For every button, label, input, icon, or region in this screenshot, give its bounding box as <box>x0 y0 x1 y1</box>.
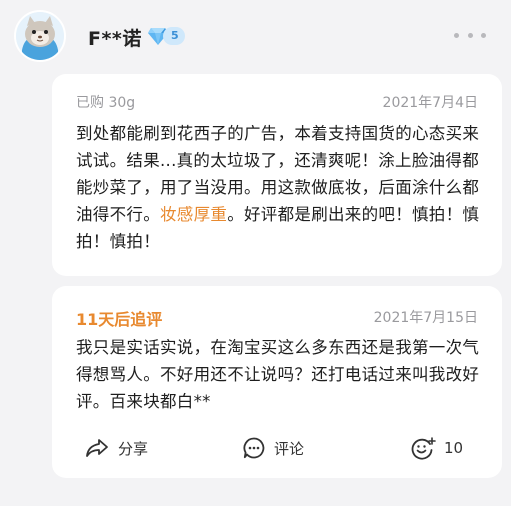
action-bar: 分享 评论 10 <box>52 432 502 464</box>
avatar[interactable] <box>14 10 66 62</box>
share-button[interactable]: 分享 <box>84 432 148 464</box>
avatar-cat-icon <box>16 12 64 60</box>
share-icon <box>86 439 108 457</box>
share-label: 分享 <box>118 439 149 458</box>
followup-date: 2021年7月15日 <box>373 310 478 326</box>
review-card: 已购 30g 2021年7月4日 到处都能刷到花西子的广告，本着支持国货的心态买… <box>52 74 502 276</box>
purchase-info: 已购 30g <box>76 95 136 111</box>
dot <box>454 32 459 38</box>
review-highlight-tag[interactable]: 妆感厚重 <box>160 205 227 224</box>
like-icon <box>411 437 436 460</box>
username[interactable]: F**诺 <box>88 24 142 51</box>
review-date: 2021年7月4日 <box>382 95 478 111</box>
followup-card: 11天后追评 2021年7月15日 我只是实话实说，在淘宝买这么多东西还是我第一… <box>52 286 502 478</box>
more-dots-icon[interactable] <box>454 28 486 42</box>
like-button[interactable]: 10 <box>410 432 463 464</box>
dot <box>467 32 473 38</box>
followup-title: 11天后追评 <box>76 310 163 329</box>
review-text: 到处都能刷到花西子的广告，本着支持国货的心态买来试试。结果...真的太垃圾了，还… <box>76 120 484 255</box>
review-meta: 已购 30g 2021年7月4日 <box>76 92 478 112</box>
vip-level: 5 <box>163 27 185 45</box>
comment-label: 评论 <box>274 439 305 458</box>
comment-button[interactable]: 评论 <box>242 432 304 464</box>
followup-text: 我只是实话实说，在淘宝买这么多东西还是我第一次气得想骂人。不好用还不让说吗？还打… <box>76 338 480 411</box>
review-header: F**诺 5 <box>0 0 511 72</box>
dot <box>481 32 486 38</box>
like-count: 10 <box>444 439 464 457</box>
comment-icon <box>243 437 265 459</box>
vip-badge: 5 <box>147 25 185 47</box>
